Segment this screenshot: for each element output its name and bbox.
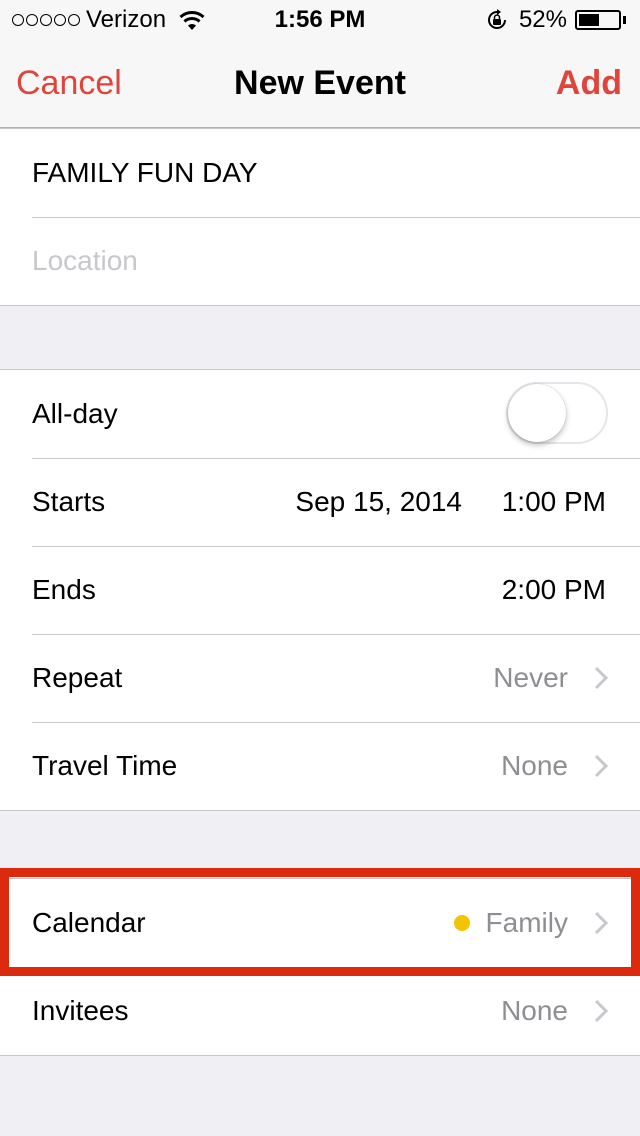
starts-row[interactable]: Starts Sep 15, 2014 1:00 PM: [0, 458, 640, 546]
chevron-right-icon: [594, 911, 608, 935]
battery-tip: [623, 16, 626, 24]
location-row[interactable]: [0, 217, 640, 305]
chevron-right-icon: [594, 999, 608, 1023]
rotation-lock-icon: [487, 9, 506, 29]
battery-percent: 52%: [518, 6, 567, 33]
location-input[interactable]: [32, 217, 612, 305]
event-title-input[interactable]: [32, 129, 612, 217]
status-right: 52%: [485, 6, 626, 34]
repeat-value: Never: [493, 662, 568, 693]
starts-label: Starts: [32, 486, 106, 517]
repeat-label: Repeat: [32, 662, 123, 693]
add-button[interactable]: Add: [556, 64, 622, 103]
calendar-value: Family: [485, 907, 568, 938]
calendar-row[interactable]: Calendar Family: [0, 879, 640, 967]
invitees-row[interactable]: Invitees None: [0, 967, 640, 1055]
time-group: All-day Starts Sep 15, 2014 1:00 PM Ends…: [0, 369, 640, 811]
toggle-knob: [508, 384, 566, 442]
battery-icon: [575, 10, 621, 30]
status-bar: Verizon 1:56 PM 52%: [0, 0, 640, 40]
ends-row[interactable]: Ends 2:00 PM: [0, 546, 640, 634]
invitees-label: Invitees: [32, 995, 129, 1026]
invitees-value: None: [501, 995, 568, 1026]
ends-time: 2:00 PM: [501, 574, 606, 605]
travel-time-label: Travel Time: [32, 750, 178, 781]
allday-toggle[interactable]: [506, 382, 608, 444]
title-row[interactable]: [0, 129, 640, 217]
page-title: New Event: [234, 64, 406, 102]
starts-date: Sep 15, 2014: [295, 486, 462, 517]
navigation-bar: Cancel New Event Add: [0, 40, 640, 128]
allday-row: All-day: [0, 370, 640, 458]
travel-time-row[interactable]: Travel Time None: [0, 722, 640, 810]
ends-label: Ends: [32, 574, 96, 605]
chevron-right-icon: [594, 754, 608, 778]
event-details-group: [0, 128, 640, 306]
starts-time: 1:00 PM: [501, 486, 606, 517]
calendar-group: Calendar Family Invitees None: [0, 878, 640, 1056]
calendar-label: Calendar: [32, 907, 146, 938]
battery-fill: [579, 14, 599, 26]
repeat-row[interactable]: Repeat Never: [0, 634, 640, 722]
allday-label: All-day: [32, 398, 118, 429]
chevron-right-icon: [594, 666, 608, 690]
travel-time-value: None: [501, 750, 568, 781]
calendar-color-dot: [454, 915, 470, 931]
